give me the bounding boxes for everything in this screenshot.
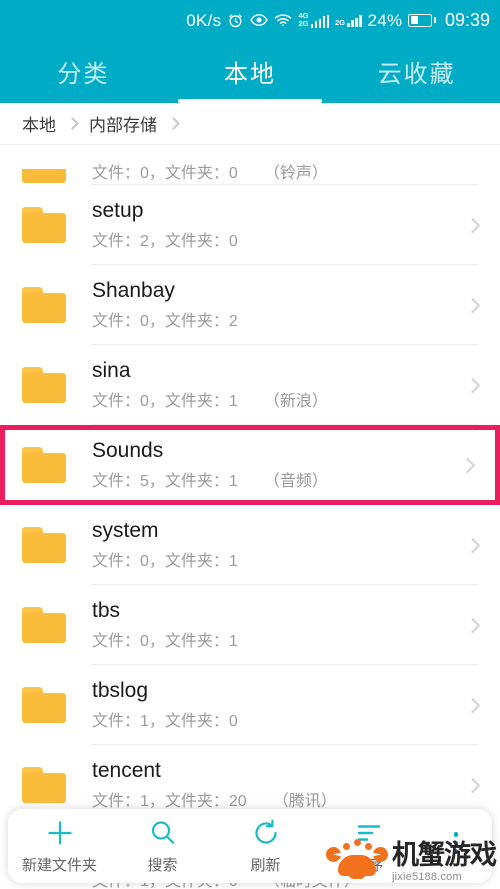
search-button[interactable]: 搜索: [111, 818, 214, 875]
tab-cloud-fav[interactable]: 云收藏: [333, 54, 500, 89]
chevron-right-icon: [464, 537, 481, 553]
list-item-sounds-highlighted[interactable]: Sounds 文件：5，文件夹：1 （音频）: [0, 425, 500, 505]
battery-percent: 24%: [367, 10, 403, 30]
refresh-icon: [251, 818, 281, 848]
new-folder-button[interactable]: 新建文件夹: [8, 818, 111, 875]
folder-meta: 文件：2，文件夹：0: [92, 232, 238, 250]
folder-icon: [22, 169, 66, 183]
folder-meta: 文件：0，文件夹：0: [92, 165, 238, 182]
chevron-right-icon: [464, 377, 481, 393]
breadcrumb-item-internal-storage[interactable]: 内部存储: [89, 111, 157, 136]
chevron-right-icon: [464, 617, 481, 633]
crab-icon: [326, 839, 388, 883]
folder-name: sina: [92, 359, 131, 383]
list-item[interactable]: system 文件：0，文件夹：1: [0, 505, 500, 585]
watermark-url: jixie5188.com: [392, 871, 462, 883]
folder-meta: 文件：1，文件夹：0: [92, 712, 238, 730]
chevron-right-icon: [464, 697, 481, 713]
watermark-brand: 机蟹游戏: [392, 840, 497, 870]
phone-screen: 0K/s 4G 2G 2G 24% 09:39 分类 本地 云收藏 本地 内部存…: [0, 0, 500, 889]
folder-name: setup: [92, 199, 144, 223]
folder-meta: 文件：0，文件夹：1: [92, 632, 238, 650]
folder-icon: [22, 687, 66, 723]
folder-note: （腾讯）: [272, 792, 337, 810]
signal-4g-icon: 4G 2G: [298, 12, 329, 28]
folder-name: tbslog: [92, 679, 149, 703]
folder-name: Sounds: [92, 439, 164, 463]
list-item[interactable]: tbs 文件：0，文件夹：1: [0, 585, 500, 665]
battery-icon: [408, 13, 436, 27]
folder-note: （铃声）: [263, 165, 328, 182]
refresh-button[interactable]: 刷新: [214, 818, 317, 875]
folder-icon: [22, 207, 66, 243]
chevron-right-icon: [459, 457, 476, 473]
folder-note: （新浪）: [263, 392, 328, 410]
list-item[interactable]: sina 文件：0，文件夹：1 （新浪）: [0, 345, 500, 425]
breadcrumb: 本地 内部存储: [0, 103, 500, 145]
tab-category[interactable]: 分类: [0, 54, 167, 89]
folder-icon: [22, 287, 66, 323]
signal-2g-label: 2G: [335, 17, 346, 27]
list-item[interactable]: tbslog 文件：1，文件夹：0: [0, 665, 500, 745]
folder-name: system: [92, 519, 159, 543]
eye-icon: [250, 13, 269, 27]
list-item[interactable]: Shanbay 文件：0，文件夹：2: [0, 265, 500, 345]
chevron-right-icon: [464, 777, 481, 793]
tab-local[interactable]: 本地: [167, 54, 334, 89]
folder-meta: 文件：1，文件夹：20: [92, 792, 247, 810]
watermark: 机蟹游戏 jixie5188.com: [326, 839, 497, 883]
folder-name: tencent: [92, 759, 161, 783]
refresh-label: 刷新: [250, 856, 281, 874]
folder-meta: 文件：5，文件夹：1: [92, 472, 238, 490]
status-bar: 0K/s 4G 2G 2G 24% 09:39: [0, 0, 500, 40]
folder-icon: [22, 447, 66, 483]
folder-name: Shanbay: [92, 279, 175, 303]
new-folder-label: 新建文件夹: [21, 856, 97, 874]
folder-icon: [22, 607, 66, 643]
list-item[interactable]: setup 文件：2，文件夹：0: [0, 185, 500, 265]
folder-meta: 文件：0，文件夹：2: [92, 312, 238, 330]
signal-4g-label2: 2G: [298, 19, 309, 28]
wifi-icon: [274, 13, 292, 27]
folder-meta: 文件：0，文件夹：1: [92, 392, 238, 410]
folder-note: （音频）: [263, 472, 328, 490]
search-icon: [148, 818, 178, 848]
active-tab-indicator: [178, 99, 322, 103]
folder-icon: [22, 767, 66, 803]
folder-icon: [22, 527, 66, 563]
folder-meta: 文件：0，文件夹：1: [92, 552, 238, 570]
folder-icon: [22, 367, 66, 403]
tab-bar: 分类 本地 云收藏: [0, 40, 500, 103]
list-item[interactable]: 文件：0，文件夹：0 （铃声）: [0, 145, 500, 185]
chevron-right-icon: [66, 117, 79, 130]
chevron-right-icon: [464, 297, 481, 313]
network-speed: 0K/s: [186, 10, 222, 30]
breadcrumb-item-local[interactable]: 本地: [22, 111, 56, 136]
chevron-right-icon: [464, 217, 481, 233]
plus-icon: [45, 818, 75, 848]
file-list[interactable]: 文件：0，文件夹：0 （铃声） setup 文件：2，文件夹：0 Shanbay…: [0, 145, 500, 889]
chevron-right-icon: [167, 117, 180, 130]
folder-name: tbs: [92, 599, 121, 623]
alarm-icon: [227, 12, 244, 29]
search-label: 搜索: [147, 856, 178, 874]
signal-2g-icon: 2G: [335, 14, 362, 27]
clock: 09:39: [444, 9, 490, 30]
